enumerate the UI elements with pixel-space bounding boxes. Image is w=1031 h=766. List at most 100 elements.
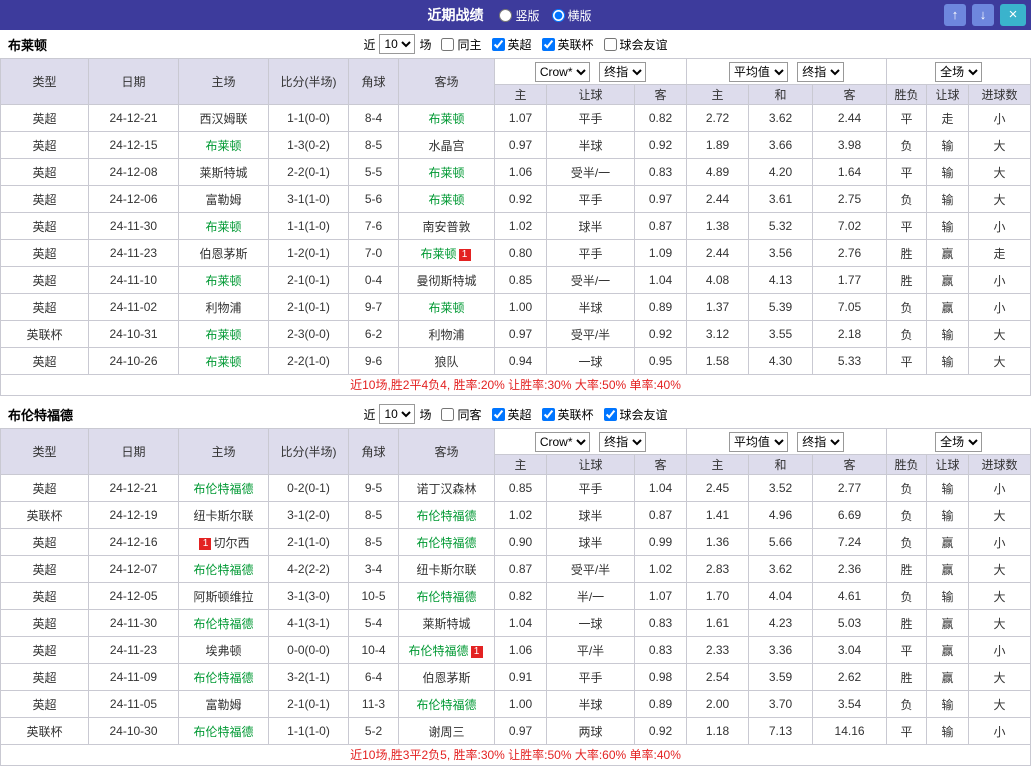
eflcup-checkbox[interactable] bbox=[541, 407, 555, 421]
odds-away-cell: 0.87 bbox=[633, 501, 688, 529]
col-away: 客场 bbox=[398, 58, 495, 105]
handicap-result-cell: 赢 bbox=[926, 266, 970, 294]
result-cell: 平 bbox=[886, 212, 928, 240]
same-venue-filter[interactable]: 同客 bbox=[441, 406, 482, 423]
avg-away-cell: 7.02 bbox=[812, 212, 888, 240]
same-venue-checkbox[interactable] bbox=[441, 37, 455, 51]
horizontal-radio[interactable] bbox=[551, 8, 565, 22]
same-venue-checkbox[interactable] bbox=[441, 407, 455, 421]
epl-checkbox[interactable] bbox=[491, 37, 505, 51]
match-count-select[interactable]: 10 bbox=[379, 34, 416, 54]
match-count-select[interactable]: 10 bbox=[379, 404, 416, 424]
odds-away-cell: 0.82 bbox=[633, 104, 688, 132]
match-row: 英联杯 24-12-19 纽卡斯尔联 3-1(2-0) 8-5 布伦特福德 1.02 球半 0.… bbox=[0, 501, 1031, 529]
away-team-cell: 布伦特福德 bbox=[398, 582, 495, 610]
epl-checkbox[interactable] bbox=[491, 407, 505, 421]
result-cell: 负 bbox=[886, 501, 928, 529]
match-row: 英超 24-12-15 布莱顿 1-3(0-2) 8-5 水晶宫 0.97 半球 0.92 1.8… bbox=[0, 131, 1031, 159]
corners-cell: 6-2 bbox=[348, 320, 399, 348]
league-filter-epl[interactable]: 英超 bbox=[491, 406, 532, 423]
corners-cell: 6-4 bbox=[348, 663, 399, 691]
odds-stage-select[interactable]: 终指 bbox=[599, 61, 647, 82]
move-up-button[interactable]: ↑ bbox=[944, 4, 966, 26]
close-button[interactable]: × bbox=[1000, 4, 1026, 26]
avg-away-cell: 2.76 bbox=[812, 239, 888, 267]
goals-cell: 小 bbox=[968, 528, 1031, 556]
result-cell: 负 bbox=[886, 293, 928, 321]
section-team-name: 布莱顿 bbox=[8, 37, 48, 53]
friendly-checkbox[interactable] bbox=[603, 37, 617, 51]
result-cell: 平 bbox=[886, 636, 928, 664]
col-date: 日期 bbox=[88, 58, 179, 105]
corners-cell: 8-5 bbox=[348, 501, 399, 529]
league-filter-eflcup[interactable]: 英联杯 bbox=[541, 36, 594, 53]
layout-radio-vertical[interactable]: 竖版 bbox=[499, 7, 540, 24]
home-team-cell: 布莱顿 bbox=[178, 320, 269, 348]
avg-away-cell: 1.64 bbox=[812, 158, 888, 186]
handicap-result-cell: 赢 bbox=[926, 609, 970, 637]
away-team-cell: 布莱顿 bbox=[398, 158, 495, 186]
odds-away-cell: 0.89 bbox=[633, 690, 688, 718]
goals-cell: 小 bbox=[968, 212, 1031, 240]
odds-home-cell: 1.06 bbox=[494, 636, 547, 664]
filter-unit-label: 场 bbox=[419, 37, 432, 52]
odds-source-select[interactable]: Crow* bbox=[534, 431, 590, 452]
handicap-result-cell: 赢 bbox=[926, 555, 970, 583]
league-filter-epl[interactable]: 英超 bbox=[491, 36, 532, 53]
result-cell: 负 bbox=[886, 185, 928, 213]
layout-radio-horizontal[interactable]: 横版 bbox=[551, 7, 592, 24]
away-team-cell: 南安普敦 bbox=[398, 212, 495, 240]
date-cell: 24-11-09 bbox=[88, 663, 179, 691]
goals-cell: 大 bbox=[968, 158, 1031, 186]
odds-away-cell: 1.04 bbox=[633, 474, 688, 502]
avg-draw-cell: 3.36 bbox=[748, 636, 814, 664]
avg-type-select[interactable]: 平均值 bbox=[728, 61, 788, 82]
avg-stage-select[interactable]: 终指 bbox=[797, 61, 845, 82]
match-row: 英超 24-11-02 利物浦 2-1(0-1) 9-7 布莱顿 1.00 半球 0.89 1.3… bbox=[0, 293, 1031, 321]
result-cell: 负 bbox=[886, 582, 928, 610]
team-name: 布伦特福德 bbox=[408, 643, 469, 658]
corners-cell: 11-3 bbox=[348, 690, 399, 718]
odds-home-cell: 0.97 bbox=[494, 717, 547, 745]
vertical-radio-label: 竖版 bbox=[515, 8, 540, 23]
goals-cell: 大 bbox=[968, 185, 1031, 213]
odds-home-cell: 0.92 bbox=[494, 185, 547, 213]
away-team-cell: 水晶宫 bbox=[398, 131, 495, 159]
move-down-button[interactable]: ↓ bbox=[972, 4, 994, 26]
match-row: 英联杯 24-10-30 布伦特福德 1-1(1-0) 5-2 谢周三 0.97 两球 0.92… bbox=[0, 717, 1031, 745]
table-header-row: 类型 日期 主场 比分(半场) 角球 客场 Crow* 终指 平均值 终指 全场 bbox=[0, 58, 1031, 105]
eflcup-checkbox[interactable] bbox=[541, 37, 555, 51]
odds-home-cell: 1.00 bbox=[494, 690, 547, 718]
league-filter-friendly[interactable]: 球会友谊 bbox=[603, 36, 668, 53]
league-filter-friendly[interactable]: 球会友谊 bbox=[603, 406, 668, 423]
same-venue-filter[interactable]: 同主 bbox=[441, 36, 482, 53]
score-cell: 1-1(0-0) bbox=[268, 104, 349, 132]
corners-cell: 5-6 bbox=[348, 185, 399, 213]
team-name: 布伦特福德 bbox=[416, 697, 477, 712]
handicap-cell: 平手 bbox=[546, 104, 635, 132]
vertical-radio[interactable] bbox=[499, 8, 513, 22]
odds-source-select[interactable]: Crow* bbox=[534, 61, 590, 82]
handicap-cell: 半球 bbox=[546, 690, 635, 718]
match-row: 英超 24-11-10 布莱顿 2-1(0-1) 0-4 曼彻斯特城 0.85 受半/一 1.0… bbox=[0, 266, 1031, 294]
scope-select[interactable]: 全场 bbox=[935, 61, 983, 82]
home-team-cell: 布莱顿 bbox=[178, 347, 269, 375]
handicap-cell: 半球 bbox=[546, 131, 635, 159]
friendly-checkbox[interactable] bbox=[603, 407, 617, 421]
col-avg-away: 客 bbox=[812, 84, 888, 105]
team-name: 伯恩茅斯 bbox=[199, 246, 248, 261]
avg-home-cell: 3.12 bbox=[686, 320, 750, 348]
col-score: 比分(半场) bbox=[268, 58, 349, 105]
score-cell: 3-1(3-0) bbox=[268, 582, 349, 610]
home-team-cell: 伯恩茅斯 bbox=[178, 239, 269, 267]
avg-stage-select[interactable]: 终指 bbox=[797, 431, 845, 452]
scope-select[interactable]: 全场 bbox=[935, 431, 983, 452]
league-filter-eflcup[interactable]: 英联杯 bbox=[541, 406, 594, 423]
avg-type-select[interactable]: 平均值 bbox=[728, 431, 788, 452]
odds-stage-select[interactable]: 终指 bbox=[599, 431, 647, 452]
match-row: 英超 24-12-08 莱斯特城 2-2(0-1) 5-5 布莱顿 1.06 受半/一 0.83… bbox=[0, 158, 1031, 186]
team-name: 富勒姆 bbox=[205, 697, 242, 712]
handicap-result-cell: 输 bbox=[926, 158, 970, 186]
type-cell: 英联杯 bbox=[0, 717, 89, 745]
table-header-row: 类型 日期 主场 比分(半场) 角球 客场 Crow* 终指 平均值 终指 全场 bbox=[0, 428, 1031, 475]
